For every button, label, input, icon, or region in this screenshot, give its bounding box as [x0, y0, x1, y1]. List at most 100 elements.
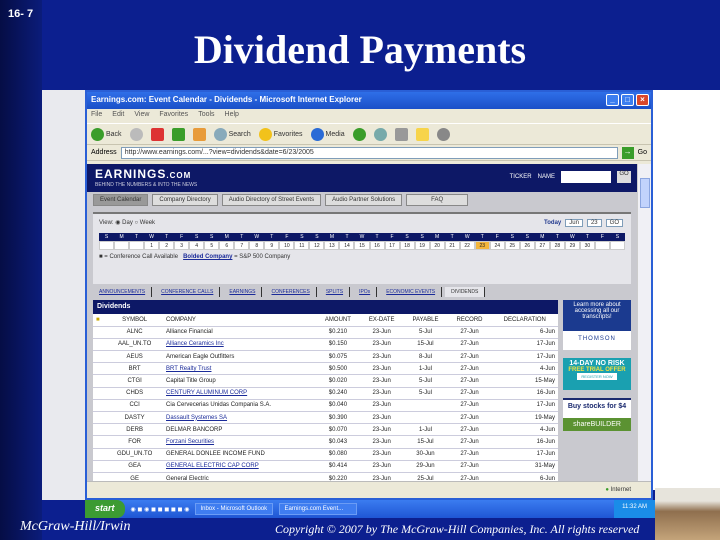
go-button[interactable]: Go — [638, 149, 647, 156]
calendar-date[interactable]: 22 — [459, 241, 475, 250]
calendar-date[interactable]: 5 — [204, 241, 220, 250]
nav-event-calendar[interactable]: Event Calendar — [93, 194, 149, 206]
calendar-date[interactable]: 21 — [444, 241, 460, 250]
mail-icon[interactable] — [373, 127, 387, 141]
calendar-date[interactable]: 30 — [579, 241, 595, 250]
bolded-company-link[interactable]: Bolded Company — [183, 254, 232, 260]
column-header[interactable]: AMOUNT — [315, 314, 360, 327]
menu-file[interactable]: File — [91, 111, 102, 121]
home-icon[interactable] — [192, 127, 206, 141]
calendar-date[interactable]: 23 — [474, 241, 490, 250]
go-arrow-icon[interactable]: → — [621, 146, 634, 159]
event-tab[interactable]: ANNOUNCEMENTS — [93, 287, 153, 297]
day-select[interactable]: 23 — [586, 219, 602, 227]
calendar-date[interactable]: 11 — [294, 241, 310, 250]
column-header[interactable]: RECORD — [447, 314, 492, 327]
company-link[interactable]: Dassault Systemes SA — [166, 415, 227, 421]
site-search-go[interactable]: GO — [617, 171, 631, 183]
calendar-date[interactable]: 4 — [189, 241, 205, 250]
nav-company-directory[interactable]: Company Directory — [152, 194, 218, 206]
column-header[interactable]: DECLARATION — [491, 314, 558, 327]
menu-favorites[interactable]: Favorites — [159, 111, 188, 121]
nav-faq[interactable]: FAQ — [406, 194, 469, 206]
menu-tools[interactable]: Tools — [198, 111, 214, 121]
favorites-button[interactable]: Favorites — [258, 127, 303, 141]
calendar-date[interactable]: 3 — [174, 241, 190, 250]
calendar-date[interactable]: 9 — [264, 241, 280, 250]
calendar-date[interactable]: 2 — [159, 241, 175, 250]
search-button[interactable]: Search — [213, 127, 251, 141]
event-tab[interactable]: ECONOMIC EVENTS — [380, 287, 443, 297]
menu-help[interactable]: Help — [225, 111, 239, 121]
column-header[interactable]: PAYABLE — [403, 314, 448, 327]
back-button[interactable]: Back — [91, 127, 122, 141]
column-header[interactable]: COMPANY — [163, 314, 316, 327]
calendar-date[interactable]: 17 — [384, 241, 400, 250]
calendar-date[interactable]: 26 — [519, 241, 535, 250]
media-button[interactable]: Media — [310, 127, 345, 141]
quick-launch-icons[interactable]: ◉ ◼ ◉ ◼ ◼ ◼ ◼ ◼ ◉ — [131, 506, 190, 513]
column-header[interactable]: EX-DATE — [359, 314, 404, 327]
company-link[interactable]: GENERAL ELECTRIC CAP CORP — [166, 463, 259, 469]
calendar-date[interactable]: 29 — [564, 241, 580, 250]
stop-icon[interactable] — [150, 127, 164, 141]
history-icon[interactable] — [352, 127, 366, 141]
today-link[interactable]: Today — [544, 220, 561, 226]
forward-icon[interactable] — [129, 127, 143, 141]
company-link[interactable]: BRT Realty Trust — [166, 366, 211, 372]
calendar-date[interactable]: 6 — [219, 241, 235, 250]
event-tab[interactable]: CONFERENCES — [265, 287, 317, 297]
event-tab[interactable]: SPLITS — [320, 287, 351, 297]
month-select[interactable]: Jun — [565, 219, 583, 227]
vertical-scrollbar[interactable] — [637, 164, 651, 483]
column-header[interactable]: SYMBOL — [106, 314, 164, 327]
nav-audio-partner[interactable]: Audio Partner Solutions — [325, 194, 403, 206]
company-link[interactable]: Forzani Securities — [166, 439, 214, 445]
task-outlook[interactable]: Inbox - Microsoft Outlook — [195, 503, 274, 515]
close-button[interactable]: × — [636, 94, 649, 106]
event-tab[interactable]: CONFERENCE CALLS — [155, 287, 221, 297]
calendar-date[interactable]: 10 — [279, 241, 295, 250]
calendar-date[interactable]: 28 — [549, 241, 565, 250]
event-tab[interactable]: EARNINGS — [223, 287, 263, 297]
menu-edit[interactable]: Edit — [112, 111, 124, 121]
name-radio[interactable]: NAME — [538, 174, 555, 180]
sharebuilder-ad[interactable]: Buy stocks for $4 shareBUILDER — [563, 398, 631, 431]
task-browser[interactable]: Earnings.com Event... — [279, 503, 358, 515]
company-link[interactable]: CENTURY ALUMINUM CORP — [166, 390, 247, 396]
print-icon[interactable] — [394, 127, 408, 141]
refresh-icon[interactable] — [171, 127, 185, 141]
calendar-date[interactable]: 13 — [324, 241, 340, 250]
calendar-date[interactable]: 24 — [489, 241, 505, 250]
address-input[interactable]: http://www.earnings.com/...?view=dividen… — [120, 146, 618, 159]
ticker-radio[interactable]: TICKER — [510, 174, 532, 180]
nav-audio-directory[interactable]: Audio Directory of Street Events — [221, 194, 322, 206]
event-tab[interactable]: IPOs — [353, 287, 378, 297]
maximize-button[interactable]: □ — [621, 94, 634, 106]
minimize-button[interactable]: _ — [606, 94, 619, 106]
calendar-date[interactable]: 7 — [234, 241, 250, 250]
calendar-date[interactable]: 20 — [429, 241, 445, 250]
site-search-input[interactable] — [561, 171, 611, 183]
notes-icon[interactable] — [415, 127, 429, 141]
site-logo[interactable]: EARNINGS.COM — [95, 167, 191, 181]
calendar-date[interactable]: 12 — [309, 241, 325, 250]
calendar-date[interactable]: 19 — [414, 241, 430, 250]
messenger-icon[interactable] — [436, 127, 450, 141]
menu-view[interactable]: View — [134, 111, 149, 121]
view-day-radio[interactable]: Day — [122, 220, 133, 226]
calendar-date[interactable]: 15 — [354, 241, 370, 250]
calendar-date[interactable]: 14 — [339, 241, 355, 250]
view-week-radio[interactable]: Week — [140, 220, 155, 226]
date-go-button[interactable]: GO — [605, 219, 623, 227]
calendar-date[interactable]: 18 — [399, 241, 415, 250]
free-trial-ad[interactable]: 14-DAY NO RISK FREE TRIAL OFFER REGISTER N… — [563, 358, 631, 390]
event-tab[interactable]: DIVIDENDS — [445, 287, 486, 297]
start-button[interactable]: start — [85, 500, 125, 518]
calendar-date[interactable]: 27 — [534, 241, 550, 250]
company-link[interactable]: Alliance Ceramics Inc — [166, 341, 224, 347]
calendar-date[interactable]: 8 — [249, 241, 265, 250]
calendar-date[interactable]: 16 — [369, 241, 385, 250]
calendar-date[interactable]: 25 — [504, 241, 520, 250]
thomson-ad[interactable]: Learn more about accessing all our trans… — [563, 300, 631, 350]
